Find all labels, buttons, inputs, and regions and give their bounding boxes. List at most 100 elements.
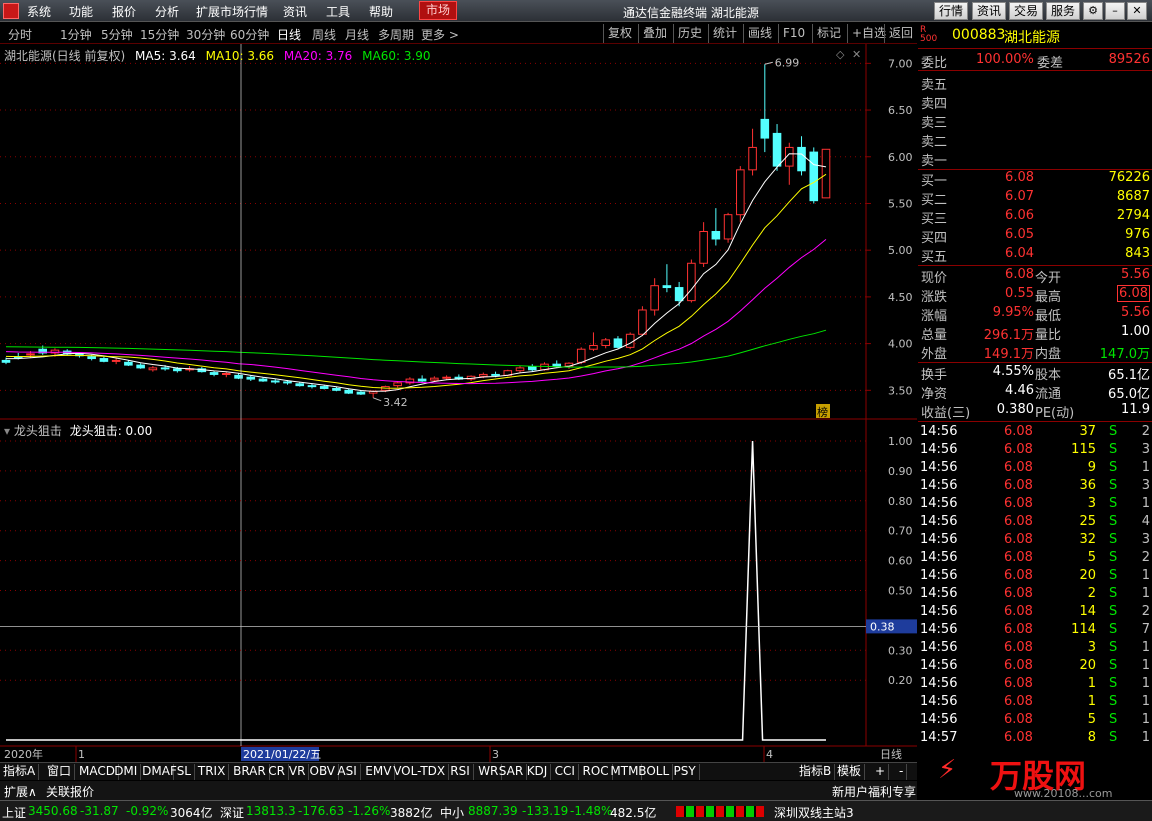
indicator-tab[interactable]: FSL [167,764,195,780]
tick-time: 14:57 [920,730,958,745]
btn-hangqing[interactable]: 行情 [934,2,969,20]
btn-f10[interactable]: F10 [778,24,809,43]
settings-icon[interactable]: ⚙ [1083,2,1103,20]
period-5min[interactable]: 5分钟 [101,26,133,43]
stat-value: 5.56 [1121,305,1150,320]
btn-fuwu[interactable]: 服务 [1046,2,1081,20]
btn-huaxian[interactable]: 画线 [743,24,776,43]
collapse-icon[interactable]: ▾ [4,424,10,438]
indicator-tab[interactable]: ASI [334,764,361,780]
tab-right-btn[interactable]: + [872,764,890,780]
chart-area[interactable]: 7.00 6.50 6.00 5.50 5.00 4.50 4.00 3.50 6.99 3.42… [0,44,917,762]
indicator-tab[interactable]: 窗口 [44,764,76,780]
buy-label: 买一 [921,174,948,189]
buy-label: 买二 [921,193,948,208]
period-more[interactable]: 更多 > [421,26,459,43]
price-tick-label: 7.00 [888,57,913,70]
menu-news[interactable]: 资讯 [283,3,307,20]
window-title: 通达信金融终端 湖北能源 [623,6,759,20]
menu-tools[interactable]: 工具 [326,3,350,20]
menu-system[interactable]: 系统 [27,3,51,20]
btn-fanhui[interactable]: 返回 [884,24,917,43]
period-30min[interactable]: 30分钟 [186,26,225,43]
period-weekly[interactable]: 周线 [312,26,336,43]
sell-row[interactable]: 卖四 [918,92,1152,112]
sell-row[interactable]: 卖一 [918,149,1152,169]
candle-up [111,359,121,362]
period-60min[interactable]: 60分钟 [230,26,269,43]
menu-extended-market[interactable]: 扩展市场行情 [196,3,268,20]
period-fenshi[interactable]: 分时 [8,26,32,43]
indicator-tab[interactable]: VOL-TDX [390,764,450,780]
tick-count: 1 [1141,496,1150,511]
btn-fuquan[interactable]: 复权 [603,24,636,43]
sell-label: 卖五 [921,78,948,93]
tick-side: S [1109,586,1118,601]
candle-up [442,376,451,379]
btn-biaoji[interactable]: 标记 [812,24,845,43]
indicator-tab[interactable]: KDJ [524,764,552,780]
stat-row: 总量 296.1万 量比 1.00 [918,323,1152,343]
tick-side: S [1109,676,1118,691]
sell-row[interactable]: 卖五 [918,73,1152,93]
menu-analysis[interactable]: 分析 [155,3,179,20]
sub-tick-label: 0.80 [888,495,913,508]
tick-price: 6.08 [1004,694,1033,709]
indicator-tab[interactable]: BOLL [635,764,674,780]
tick-side: S [1109,640,1118,655]
menu-bar: 系统 功能 报价 分析 扩展市场行情 资讯 工具 帮助 市场 通达信金融终端 湖… [0,0,1152,22]
stat-label: 现价 [921,271,948,286]
candle-up [393,382,402,387]
menu-function[interactable]: 功能 [69,3,93,20]
indicator-tab[interactable]: TRIX [195,764,230,780]
stat2-row: 收益(三) 0.380 PE(动) 11.9 [918,401,1152,421]
period-15min[interactable]: 15分钟 [140,26,179,43]
btn-jiaoyi[interactable]: 交易 [1009,2,1044,20]
btn-lishi[interactable]: 历史 [673,24,706,43]
buy-row[interactable]: 买三 6.06 2794 [918,207,1152,227]
legend-name: 湖北能源(日线 前复权) [4,49,126,63]
minimize-icon[interactable]: – [1105,2,1125,20]
indicator-tab[interactable]: RSI [447,764,474,780]
indicator-tab[interactable]: SAR [496,764,528,780]
period-multi[interactable]: 多周期 [378,26,414,43]
indicator-tab[interactable]: 指标A [0,764,40,780]
tab-right-btn[interactable]: - [896,764,908,780]
indicator-tab[interactable]: CCI [552,764,579,780]
candle-down [319,386,329,389]
tab-right-btn[interactable]: 模板 [834,764,866,780]
ad-link[interactable]: 新用户福利专享 [832,783,916,800]
tick-count: 1 [1141,640,1150,655]
sell-row[interactable]: 卖三 [918,111,1152,131]
sub-legend-name: 龙头狙击 [13,424,62,438]
menu-market[interactable]: 市场 [419,1,458,20]
sell-row[interactable]: 卖二 [918,130,1152,150]
buy-volume: 2794 [1116,208,1150,223]
buy-row[interactable]: 买四 6.05 976 [918,226,1152,246]
buy-row[interactable]: 买二 6.07 8687 [918,188,1152,208]
stat-value: 0.55 [1005,286,1034,301]
extend-toggle[interactable]: 扩展∧ [4,783,37,800]
legend-ma10: MA10: 3.66 [205,49,275,63]
indicator-tab[interactable]: BRAR [230,764,270,780]
indicator-tab[interactable]: DMI [111,764,142,780]
btn-zixun[interactable]: 资讯 [972,2,1007,20]
period-monthly[interactable]: 月线 [345,26,369,43]
indicator-tab[interactable]: PSY [671,764,700,780]
server-name[interactable]: 深圳双线主站3 [774,804,854,821]
menu-quote[interactable]: 报价 [112,3,136,20]
period-daily[interactable]: 日线 [277,26,301,43]
btn-tongji[interactable]: 统计 [708,24,741,43]
tick-row: 14:56 6.08 32 S 3 [918,531,1152,549]
tick-side: S [1109,442,1118,457]
btn-diejia[interactable]: 叠加 [638,24,671,43]
tick-price: 6.08 [1004,568,1033,583]
period-1min[interactable]: 1分钟 [60,26,92,43]
close-icon[interactable]: ✕ [1127,2,1147,20]
buy-row[interactable]: 买一 6.08 76226 [918,169,1152,189]
buy-row[interactable]: 买五 6.04 843 [918,245,1152,265]
related-quote[interactable]: 关联报价 [46,783,94,800]
menu-help[interactable]: 帮助 [369,3,393,20]
stat-value: 6.08 [1005,267,1034,282]
tab-right-btn[interactable]: 指标B [796,764,836,780]
